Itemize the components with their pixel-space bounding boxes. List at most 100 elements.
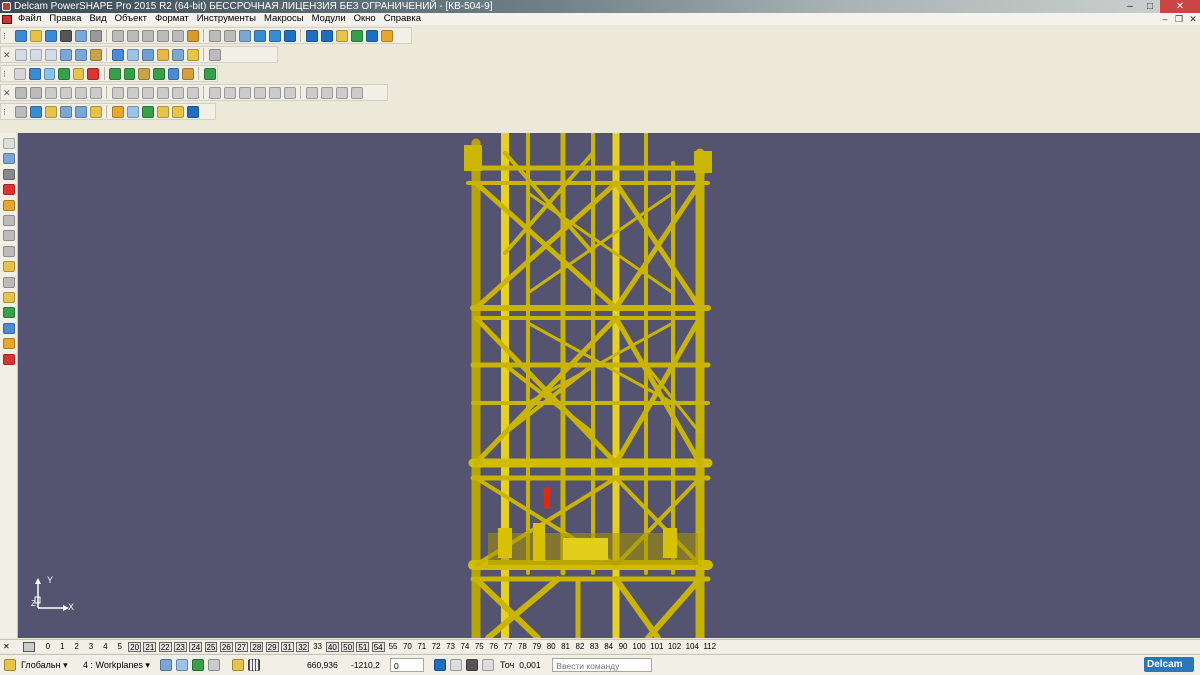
toolbar-tool-icon[interactable] [171, 48, 184, 61]
level-button[interactable]: 23 [173, 641, 187, 652]
level-button[interactable]: 33 [312, 642, 324, 652]
measure-icon[interactable] [482, 659, 494, 671]
level-button[interactable]: 77 [502, 642, 514, 652]
level-button[interactable]: 79 [531, 642, 543, 652]
menu-item-9[interactable]: Справка [380, 13, 425, 25]
side-tool-icon[interactable] [3, 322, 15, 334]
level-button[interactable]: 2 [71, 642, 83, 652]
side-tool-icon[interactable] [3, 353, 15, 365]
level-button[interactable]: 84 [603, 642, 615, 652]
tolerance-field[interactable]: 0,001 [516, 658, 544, 672]
level-button[interactable]: 81 [560, 642, 572, 652]
toolbar-tool-icon[interactable] [58, 67, 70, 80]
maximize-button[interactable]: □ [1140, 0, 1160, 13]
level-button[interactable]: 0 [42, 642, 54, 652]
level-button[interactable]: 29 [265, 641, 279, 652]
toolbar-tool-icon[interactable] [126, 48, 139, 61]
toolbar-tool-icon[interactable] [14, 48, 27, 61]
menu-item-3[interactable]: Объект [111, 13, 151, 25]
side-tool-icon[interactable] [3, 230, 15, 242]
toolbar-tool-icon[interactable] [320, 29, 333, 42]
toolbar-tool-icon[interactable] [141, 105, 154, 118]
toolbar-tool-icon[interactable] [14, 86, 27, 99]
toolbar-tool-icon[interactable] [126, 105, 139, 118]
level-button[interactable]: 26 [219, 641, 233, 652]
toolbar-tool-icon[interactable] [126, 86, 139, 99]
coord-z-field[interactable]: 0 [390, 658, 424, 672]
level-button[interactable]: 28 [250, 641, 264, 652]
grid-snap-icon[interactable] [232, 659, 244, 671]
command-input[interactable]: Ввести команду [552, 658, 653, 672]
toolbar-tool-icon[interactable] [44, 29, 57, 42]
toolbar-grip[interactable]: ⁝ [3, 68, 9, 80]
level-button[interactable]: 55 [387, 642, 399, 652]
toolbar-tool-icon[interactable] [109, 67, 121, 80]
toolbar-tool-icon[interactable] [111, 105, 124, 118]
toolbar-tool-icon[interactable] [59, 48, 72, 61]
toolbar-tool-icon[interactable] [138, 67, 151, 80]
menu-item-2[interactable]: Вид [85, 13, 110, 25]
level-button[interactable]: 71 [416, 642, 428, 652]
level-button[interactable]: 76 [488, 642, 500, 652]
toolbar-tool-icon[interactable] [171, 29, 184, 42]
toolbar-tool-icon[interactable] [335, 86, 348, 99]
menu-item-4[interactable]: Формат [151, 13, 193, 25]
menu-item-0[interactable]: Файл [14, 13, 45, 25]
level-button[interactable]: 90 [617, 642, 629, 652]
level-button[interactable]: 112 [702, 642, 717, 652]
toolbar-tool-icon[interactable] [305, 86, 318, 99]
toolbar-tool-icon[interactable] [59, 29, 72, 42]
toolbar-tool-icon[interactable] [171, 86, 184, 99]
toolbar-tool-icon[interactable] [253, 86, 266, 99]
toolbar-tool-icon[interactable] [153, 67, 165, 80]
level-button[interactable]: 25 [204, 641, 218, 652]
menu-item-7[interactable]: Модули [308, 13, 350, 25]
level-button[interactable]: 72 [430, 642, 442, 652]
coord-system-select[interactable]: Глобальн ▾ [18, 660, 80, 671]
level-button[interactable]: 104 [685, 642, 700, 652]
toolbar-tool-icon[interactable] [208, 48, 221, 61]
coord-y-field[interactable]: -1210,2 [348, 658, 386, 672]
close-button[interactable]: ✕ [1160, 0, 1200, 13]
toolbar-tool-icon[interactable] [238, 86, 251, 99]
menu-item-6[interactable]: Макросы [260, 13, 308, 25]
toolbar-tool-icon[interactable] [283, 86, 296, 99]
toolbar-tool-icon[interactable] [89, 29, 102, 42]
doc-restore-button[interactable]: ❐ [1172, 13, 1186, 25]
toolbar-tool-icon[interactable] [182, 67, 194, 80]
level-button[interactable]: 82 [574, 642, 586, 652]
side-tool-icon[interactable] [3, 215, 15, 226]
toolbar-tool-icon[interactable] [29, 86, 42, 99]
minimize-button[interactable]: – [1120, 0, 1140, 13]
side-tool-icon[interactable] [3, 261, 15, 273]
toolbar-tool-icon[interactable] [238, 29, 251, 42]
toolbar-tool-icon[interactable] [350, 86, 363, 99]
level-button[interactable]: 102 [667, 642, 682, 652]
toolbar-tool-icon[interactable] [305, 29, 318, 42]
toolbar-grip[interactable]: ⁝ [3, 106, 9, 118]
level-button[interactable]: 31 [280, 641, 294, 652]
toolbar-tool-icon[interactable] [203, 67, 216, 80]
toolbar-tool-icon[interactable] [44, 48, 57, 61]
level-button[interactable]: 24 [189, 641, 203, 652]
toolbar-tool-icon[interactable] [268, 86, 281, 99]
grid-icon[interactable] [248, 659, 260, 671]
level-button[interactable]: 51 [356, 641, 370, 652]
toolbar-tool-icon[interactable] [126, 29, 139, 42]
document-icon[interactable] [2, 14, 12, 24]
side-tool-icon[interactable] [3, 153, 15, 165]
level-button[interactable]: 1 [56, 642, 68, 652]
level-button[interactable]: 3 [85, 642, 97, 652]
level-button[interactable]: 27 [235, 641, 249, 652]
toolbar-tool-icon[interactable] [29, 48, 42, 61]
level-button[interactable]: 70 [401, 642, 413, 652]
toolbar-tool-icon[interactable] [141, 48, 154, 61]
side-tool-icon[interactable] [3, 338, 15, 350]
toolbar-tool-icon[interactable] [156, 48, 169, 61]
side-tool-icon[interactable] [3, 199, 15, 211]
toolbar-tool-icon[interactable] [365, 29, 378, 42]
toolbar-tool-icon[interactable] [43, 67, 56, 80]
toolbar-tool-icon[interactable] [111, 86, 124, 99]
toolbar-tool-icon[interactable] [156, 86, 169, 99]
workplane-select[interactable]: 4 : Workplanes ▾ [80, 660, 158, 671]
